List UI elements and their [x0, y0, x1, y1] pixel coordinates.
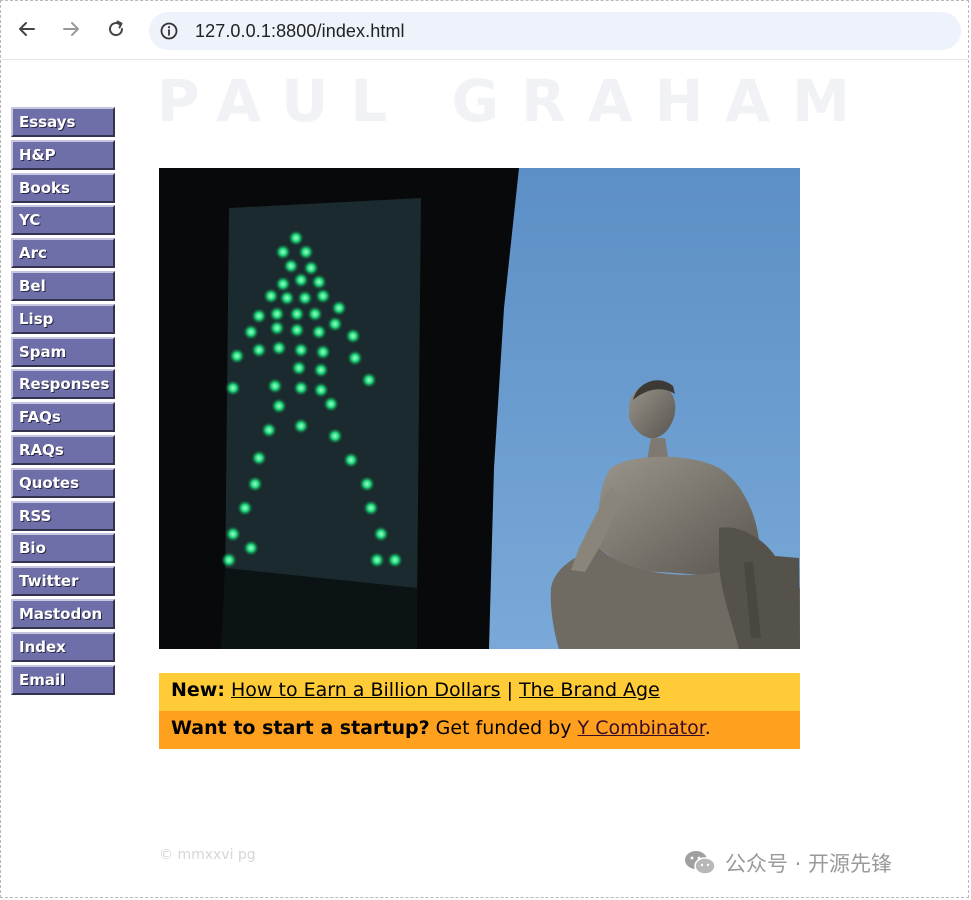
menu-item-yc[interactable]: YC: [11, 205, 115, 236]
led-dot: [221, 552, 237, 568]
menu-item-essays[interactable]: Essays: [11, 107, 115, 137]
menu-item-bio[interactable]: Bio: [11, 533, 115, 564]
menu-item-books[interactable]: Books: [11, 172, 115, 203]
led-dot: [243, 324, 259, 340]
led-dot: [313, 362, 329, 378]
led-dot: [251, 342, 267, 358]
essay-link-brand-age[interactable]: The Brand Age: [519, 679, 660, 701]
menu-item-bel[interactable]: Bel: [11, 270, 115, 301]
led-dot: [293, 380, 309, 396]
led-dot: [261, 422, 277, 438]
sidebar-menu: Essays H&P Books YC Arc Bel Lisp Spam Responses F…: [11, 107, 115, 697]
led-dot: [289, 306, 305, 322]
led-dot: [315, 288, 331, 304]
startup-label: Want to start a startup?: [171, 717, 430, 739]
led-dot: [313, 382, 329, 398]
startup-text: Get funded by: [435, 717, 572, 739]
led-dot: [373, 526, 389, 542]
led-dot: [323, 396, 339, 412]
led-dot: [225, 526, 241, 542]
led-dot: [361, 372, 377, 388]
led-dot: [275, 244, 291, 260]
url-text[interactable]: 127.0.0.1:8800/index.html: [195, 21, 405, 42]
led-dot: [269, 306, 285, 322]
menu-item-responses[interactable]: Responses: [11, 369, 115, 400]
led-dot: [293, 272, 309, 288]
news-box: New: How to Earn a Billion Dollars | The…: [159, 673, 800, 749]
menu-item-spam[interactable]: Spam: [11, 336, 115, 367]
led-dot: [315, 344, 331, 360]
watermark: 公众号 · 开源先锋: [683, 847, 892, 879]
led-dot: [345, 328, 361, 344]
led-dot: [288, 230, 304, 246]
led-dot: [343, 452, 359, 468]
new-essays-row: New: How to Earn a Billion Dollars | The…: [159, 673, 800, 711]
reload-button[interactable]: [102, 15, 130, 43]
led-dot: [247, 476, 263, 492]
menu-item-quotes[interactable]: Quotes: [11, 467, 115, 498]
startup-row: Want to start a startup? Get funded by Y…: [159, 711, 800, 749]
address-bar[interactable]: 127.0.0.1:8800/index.html: [149, 12, 961, 50]
led-dot: [243, 540, 259, 556]
menu-item-lisp[interactable]: Lisp: [11, 303, 115, 334]
info-icon[interactable]: [159, 21, 179, 41]
hero-image: [159, 168, 800, 649]
led-dot: [347, 350, 363, 366]
led-dot: [263, 288, 279, 304]
reload-icon: [109, 20, 124, 37]
led-dot: [271, 398, 287, 414]
led-dot: [225, 380, 241, 396]
menu-item-index[interactable]: Index: [11, 631, 115, 662]
led-dot: [331, 300, 347, 316]
menu-item-twitter[interactable]: Twitter: [11, 566, 115, 597]
wechat-icon: [683, 849, 717, 877]
link-separator: |: [506, 679, 513, 701]
forward-arrow-icon: [63, 22, 79, 36]
new-label: New:: [171, 679, 225, 701]
led-dot: [327, 316, 343, 332]
back-button[interactable]: [13, 15, 41, 43]
led-dot: [269, 320, 285, 336]
led-dot: [307, 306, 323, 322]
led-dot: [271, 340, 287, 356]
menu-item-arc[interactable]: Arc: [11, 238, 115, 269]
browser-toolbar: 127.0.0.1:8800/index.html: [1, 1, 968, 60]
watermark-text: 公众号 · 开源先锋: [725, 852, 893, 876]
y-combinator-link[interactable]: Y Combinator: [578, 717, 705, 739]
led-dot: [363, 500, 379, 516]
led-dot: [275, 276, 291, 292]
led-dot: [293, 342, 309, 358]
led-dot: [387, 552, 403, 568]
led-dot: [229, 348, 245, 364]
browser-window: 127.0.0.1:8800/index.html PAUL GRAHAM Es…: [0, 0, 969, 898]
menu-item-email[interactable]: Email: [11, 664, 115, 695]
startup-end: .: [704, 717, 711, 739]
menu-item-mastodon[interactable]: Mastodon: [11, 598, 115, 629]
site-name-heading: PAUL GRAHAM: [157, 67, 872, 135]
led-dot: [369, 552, 385, 568]
led-dot: [283, 258, 299, 274]
led-dot: [291, 360, 307, 376]
led-dot: [279, 290, 295, 306]
led-dot: [289, 322, 305, 338]
led-dot: [297, 290, 313, 306]
led-dot: [298, 244, 314, 260]
led-dot: [311, 274, 327, 290]
essay-link-billion-dollars[interactable]: How to Earn a Billion Dollars: [231, 679, 501, 701]
led-dot: [237, 500, 253, 516]
led-dot: [359, 476, 375, 492]
led-dot: [251, 308, 267, 324]
menu-item-h-p[interactable]: H&P: [11, 139, 115, 170]
menu-item-raqs[interactable]: RAQs: [11, 434, 115, 465]
menu-item-rss[interactable]: RSS: [11, 500, 115, 531]
led-dot: [267, 378, 283, 394]
led-dot: [327, 428, 343, 444]
led-dot: [311, 324, 327, 340]
copyright-text: © mmxxvi pg: [159, 847, 256, 863]
led-dot: [293, 418, 309, 434]
back-arrow-icon: [19, 22, 35, 36]
led-dot: [251, 450, 267, 466]
menu-item-faqs[interactable]: FAQs: [11, 402, 115, 433]
forward-button[interactable]: [57, 15, 85, 43]
